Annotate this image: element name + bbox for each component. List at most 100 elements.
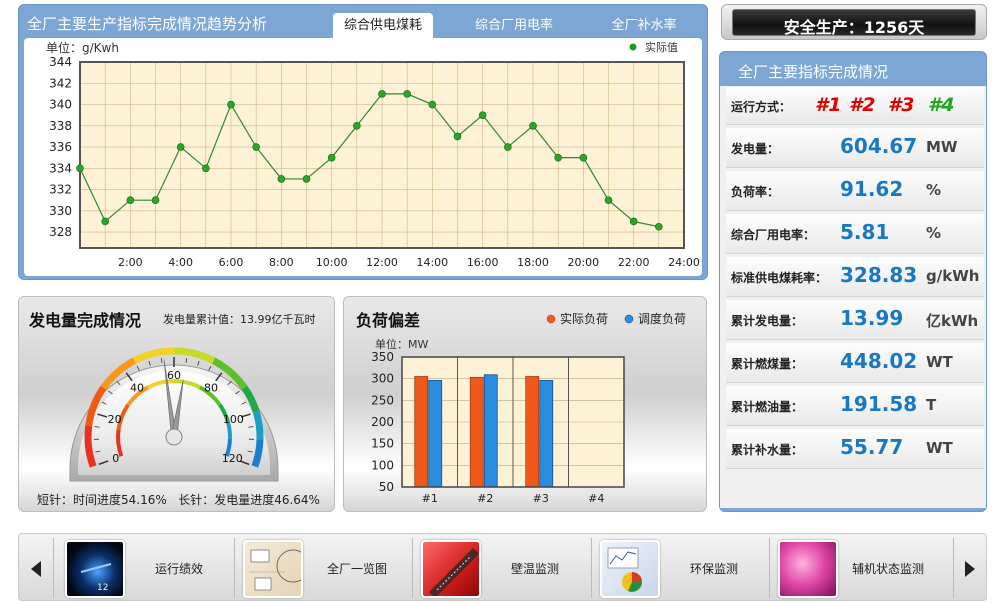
gauge-tick-label: 80 [204, 381, 218, 394]
document-thumb-icon [243, 540, 303, 598]
trend-x-tick: 2:00 [118, 256, 143, 269]
indicator-label: 发电量： [731, 142, 780, 156]
trend-y-tick: 330 [49, 204, 72, 218]
tab-plant-power-rate[interactable]: 综合厂用电率 [459, 13, 569, 39]
nav-item-environment[interactable]: 环保监测 [594, 540, 770, 598]
nav-prev-button[interactable] [21, 536, 51, 598]
indicator-value: 191.58 [840, 392, 918, 416]
trend-legend-label: 实际值 [645, 40, 678, 54]
trend-x-tick: 14:00 [416, 256, 448, 269]
gauge-tick [197, 360, 200, 366]
nav-item-auxiliary[interactable]: 辅机状态监测 [772, 540, 948, 598]
trend-panel-title: 全厂主要生产指标完成情况趋势分析 [27, 15, 268, 33]
indicator-unit: WT [926, 353, 953, 371]
trend-y-tick: 332 [49, 183, 72, 197]
trend-x-tick: 22:00 [618, 256, 650, 269]
bar-x-tick: #4 [588, 492, 604, 505]
indicator-unit: 亿kWh [926, 312, 979, 330]
gauge-tick-label: 60 [167, 369, 181, 382]
bar-y-tick: 350 [371, 350, 394, 364]
trend-y-tick: 334 [49, 161, 72, 175]
indicator-row-plant-power-rate: 综合厂用电率： 5.81 % [726, 214, 984, 254]
run-mode-unit-1: #1 [815, 94, 842, 116]
trend-data-point [151, 196, 160, 204]
nav-divider [412, 538, 413, 598]
gauge-tick [148, 360, 151, 366]
trend-line-chart: 单位：g/Kwh 实际值 328 330 332 334 336 338 340 342 344… [46, 40, 700, 269]
bar-x-tick: #1 [422, 492, 438, 505]
indicator-row-cum-power: 累计发电量： 13.99 亿kWh [726, 300, 984, 340]
tab-water-makeup-rate[interactable]: 全厂补水率 [599, 13, 689, 39]
indicator-unit: % [926, 224, 942, 242]
bar-dispatch-load [483, 374, 498, 488]
trend-data-point [604, 196, 613, 204]
pink-abstract-thumb-icon [778, 540, 838, 598]
trend-data-point [302, 175, 311, 183]
trend-x-tick: 16:00 [467, 256, 499, 269]
legend-actual-dot [546, 314, 556, 324]
nav-item-plant-overview[interactable]: 全厂一览图 [237, 540, 413, 598]
indicator-unit: g/kWh [926, 267, 980, 285]
nav-divider [769, 538, 770, 598]
trend-data-point [76, 164, 84, 173]
trend-data-point [126, 196, 135, 204]
nav-item-label: 辅机状态监测 [852, 562, 925, 576]
nav-divider [953, 538, 954, 598]
bar-x-tick: #3 [533, 492, 549, 505]
indicator-unit: T [926, 396, 937, 414]
bar-y-tick: 150 [371, 437, 394, 451]
gauge-tick [185, 357, 188, 364]
generation-panel: 发电量完成情况 发电量累计值：13.99亿千瓦时 0 20 40 60 80 100 120… [18, 296, 335, 512]
trend-x-tick: 20:00 [567, 256, 599, 269]
indicator-value: 55.77 [840, 435, 904, 459]
trend-data-point [629, 217, 638, 226]
bar-y-tick: 300 [371, 372, 394, 386]
thermometer-thumb-icon [421, 540, 481, 598]
bar-actual-load [414, 376, 429, 488]
safety-days-text: 安全生产：1256天 [783, 18, 925, 37]
legend-dispatch-label: 调度负荷 [638, 311, 686, 326]
trend-x-tick: 8:00 [269, 256, 294, 269]
trend-data-point [529, 121, 537, 130]
indicator-label: 综合厂用电率： [731, 228, 816, 242]
gauge-tick-label: 0 [112, 452, 119, 465]
trend-x-tick: 4:00 [168, 256, 193, 269]
chart-thumb-icon [600, 540, 660, 598]
gauge-hub [165, 428, 183, 446]
indicator-label: 累计发电量： [731, 314, 804, 328]
indicator-row-power: 发电量： 604.67 MW [726, 128, 984, 168]
trend-chart-area: 单位：g/Kwh 实际值 328 330 332 334 336 338 340 342 344… [24, 38, 702, 276]
indicator-value: 13.99 [840, 306, 904, 330]
generation-cumulative: 发电量累计值：13.99亿千瓦时 [163, 313, 316, 326]
trend-y-tick: 342 [49, 76, 72, 90]
trend-data-point [378, 90, 386, 98]
tab-coal-consumption[interactable]: 综合供电煤耗 [333, 13, 433, 39]
nav-item-performance[interactable]: 12 运行绩效 [59, 540, 235, 598]
bar-actual-load [525, 376, 540, 488]
trend-legend-dot [629, 43, 637, 51]
indicator-unit: MW [926, 138, 958, 156]
trend-y-tick: 336 [49, 140, 72, 154]
gauge-color-band [173, 347, 216, 364]
gauge-tick [160, 357, 163, 364]
indicator-value: 91.62 [840, 177, 904, 201]
indicator-unit: % [926, 181, 942, 199]
load-panel-title: 负荷偏差 [356, 311, 421, 330]
indicator-row-cum-coal: 累计燃煤量： 448.02 WT [726, 343, 984, 383]
generation-panel-title: 发电量完成情况 [29, 311, 142, 330]
legend-actual-label: 实际负荷 [560, 311, 608, 326]
trend-data-point [554, 153, 562, 162]
gauge-tick-label: 40 [130, 381, 144, 394]
triangle-right-icon [965, 561, 975, 577]
nav-divider [591, 538, 592, 598]
indicator-label: 累计燃油量： [731, 400, 804, 414]
gauge-tick-label: 100 [223, 413, 244, 426]
indicators-panel-title: 全厂主要指标完成情况 [738, 63, 889, 81]
gauge-tick [136, 365, 140, 371]
load-bar-chart: 50 100 150 200 250 300 350 #1 #2 #3 #4 [371, 350, 625, 505]
speedometer-thumb-icon: 12 [65, 540, 125, 598]
nav-next-button[interactable] [955, 536, 985, 598]
generation-progress-footer: 短针：时间进度54.16% 长针：发电量进度46.64% [37, 493, 320, 507]
nav-item-wall-temp[interactable]: 壁温监测 [415, 540, 591, 598]
indicator-value: 448.02 [840, 349, 918, 373]
